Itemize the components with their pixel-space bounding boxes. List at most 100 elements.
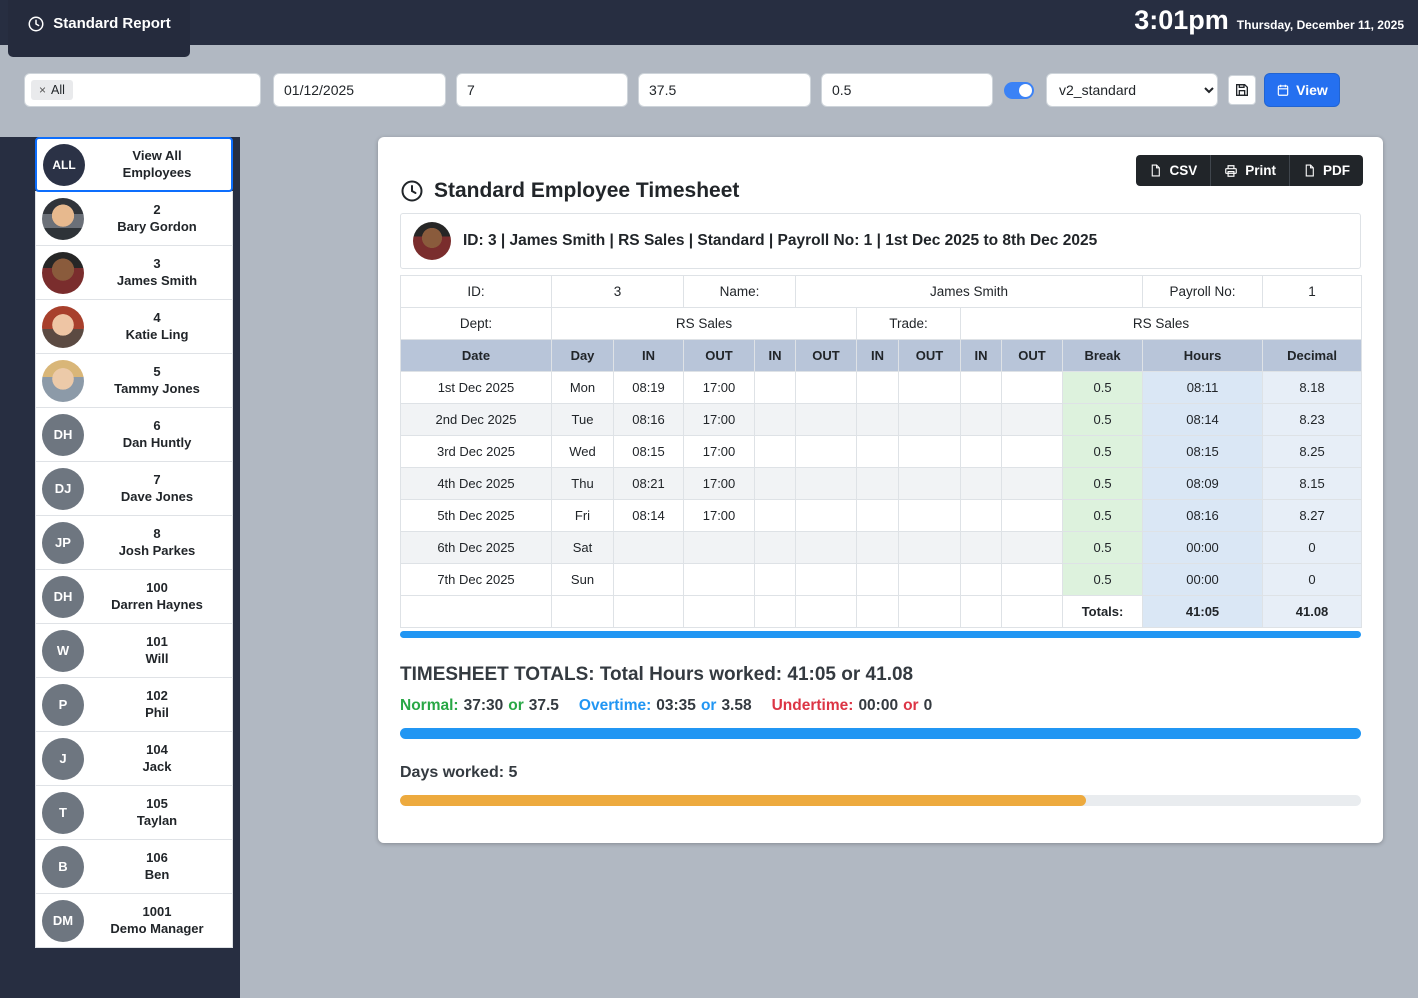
- avatar-photo: [42, 305, 84, 348]
- cell-hours: 00:00: [1142, 531, 1264, 564]
- sidebar-item-label: 104 Jack: [90, 742, 224, 776]
- sidebar-item-dan-huntly[interactable]: DH 6 Dan Huntly: [35, 407, 233, 462]
- sidebar-item-bary-gordon[interactable]: 2 Bary Gordon: [35, 191, 233, 246]
- totals-decimal: 41.08: [1262, 595, 1363, 628]
- sidebar-item-label: 105 Taylan: [90, 796, 224, 830]
- sidebar-item-label: 100 Darren Haynes: [90, 580, 224, 614]
- cell-in: [754, 467, 797, 500]
- break-hours-input[interactable]: [821, 73, 993, 107]
- csv-button[interactable]: CSV: [1136, 155, 1211, 186]
- sidebar-item-darren-haynes[interactable]: DH 100 Darren Haynes: [35, 569, 233, 624]
- cell-day: Tue: [551, 403, 614, 436]
- cell-in: [856, 435, 900, 468]
- save-button[interactable]: [1228, 75, 1256, 105]
- cell-out: [1001, 499, 1064, 532]
- employee-summary-text: ID: 3 | James Smith | RS Sales | Standar…: [463, 232, 1098, 249]
- sidebar-item-katie-ling[interactable]: 4 Katie Ling: [35, 299, 233, 354]
- item-line1: 106: [146, 849, 168, 865]
- num-days-input[interactable]: [456, 73, 628, 107]
- sidebar-item-label: 5 Tammy Jones: [90, 364, 224, 398]
- print-button[interactable]: Print: [1210, 155, 1289, 186]
- cell-out: [795, 403, 858, 436]
- sidebar-item-dave-jones[interactable]: DJ 7 Dave Jones: [35, 461, 233, 516]
- item-line2: Tammy Jones: [114, 380, 200, 396]
- toggle-switch[interactable]: [1004, 82, 1034, 99]
- cell-out: [795, 563, 858, 596]
- view-button-label: View: [1296, 82, 1328, 98]
- item-line1: 3: [153, 255, 161, 271]
- item-line2: Dave Jones: [120, 488, 194, 504]
- employee-filter-input[interactable]: × All: [24, 73, 261, 107]
- item-line1: 2: [153, 201, 161, 217]
- avatar-initials: DJ: [42, 467, 84, 510]
- cell-break: 0.5: [1062, 467, 1144, 500]
- item-line2: Josh Parkes: [118, 542, 196, 558]
- empty-cell: [551, 595, 614, 628]
- cell-in: 08:19: [612, 371, 685, 404]
- cell-in: [754, 403, 797, 436]
- totals-hours: 41:05: [1142, 595, 1264, 628]
- sidebar-item-phil[interactable]: P 102 Phil: [35, 677, 233, 732]
- avatar-initials: DH: [42, 575, 84, 618]
- pdf-button[interactable]: PDF: [1289, 155, 1363, 186]
- employee-summary-bar: ID: 3 | James Smith | RS Sales | Standar…: [400, 213, 1361, 269]
- table-header-row: Date Day IN OUT IN OUT IN OUT IN OUT Bre…: [400, 339, 1363, 372]
- undertime-decimal: 0: [923, 697, 933, 714]
- sidebar-item-label: 3 James Smith: [90, 256, 224, 290]
- view-button[interactable]: View: [1264, 73, 1340, 107]
- totals-label: Totals:: [1062, 595, 1144, 628]
- sidebar-item-label: 102 Phil: [90, 688, 224, 722]
- days-worked-line: Days worked: 5: [400, 764, 1361, 782]
- cell-out: [795, 435, 858, 468]
- toggle-knob: [1019, 84, 1032, 97]
- sidebar-item-label: 1001 Demo Manager: [90, 904, 224, 938]
- cell-date: 2nd Dec 2025: [400, 403, 552, 436]
- sidebar-item-ben[interactable]: B 106 Ben: [35, 839, 233, 894]
- trade-label: Trade:: [856, 307, 962, 340]
- sidebar-item-demo-manager[interactable]: DM 1001 Demo Manager: [35, 893, 233, 948]
- cell-out: [1001, 371, 1064, 404]
- export-button-group: CSV Print PDF: [1136, 155, 1363, 186]
- avatar-initials: P: [42, 683, 84, 726]
- payroll-value: 1: [1262, 275, 1363, 308]
- sidebar-item-josh-parkes[interactable]: JP 8 Josh Parkes: [35, 515, 233, 570]
- weekly-hours-input[interactable]: [638, 73, 811, 107]
- cell-out: [1001, 531, 1064, 564]
- cell-out: [1001, 403, 1064, 436]
- cell-day: Sat: [551, 531, 614, 564]
- normal-time: 37:30: [463, 697, 504, 714]
- cell-in: [856, 371, 900, 404]
- cell-in: [754, 435, 797, 468]
- remove-tag-icon[interactable]: ×: [39, 83, 46, 97]
- sidebar-item-will[interactable]: W 101 Will: [35, 623, 233, 678]
- sidebar-item-james-smith[interactable]: 3 James Smith: [35, 245, 233, 300]
- save-icon: [1234, 82, 1250, 98]
- item-line2: Employees: [122, 164, 192, 180]
- report-card: CSV Print PDF Standard Employee Timeshee…: [378, 137, 1383, 843]
- tab-standard-report[interactable]: Standard Report: [8, 0, 190, 57]
- avatar-initials: DM: [42, 899, 84, 942]
- sidebar-item-view-all[interactable]: ALL View All Employees: [35, 137, 233, 192]
- sidebar-item-tammy-jones[interactable]: 5 Tammy Jones: [35, 353, 233, 408]
- sidebar-item-label: 7 Dave Jones: [90, 472, 224, 506]
- sidebar-item-jack[interactable]: J 104 Jack: [35, 731, 233, 786]
- id-label: ID:: [400, 275, 552, 308]
- cell-out: [1001, 563, 1064, 596]
- clock-icon: [27, 15, 45, 33]
- cell-in: [754, 563, 797, 596]
- totals-row: Totals: 41:05 41.08: [400, 595, 1363, 628]
- cell-hours: 00:00: [1142, 563, 1264, 596]
- cell-out: [898, 467, 962, 500]
- col-header-decimal: Decimal: [1262, 339, 1363, 372]
- sidebar-item-label: 106 Ben: [90, 850, 224, 884]
- overtime-label: Overtime:: [578, 697, 652, 714]
- file-icon: [1303, 164, 1316, 177]
- cell-out: [898, 499, 962, 532]
- start-date-input[interactable]: [273, 73, 446, 107]
- table-horizontal-scrollbar[interactable]: [400, 631, 1361, 638]
- cell-date: 4th Dec 2025: [400, 467, 552, 500]
- sidebar-item-taylan[interactable]: T 105 Taylan: [35, 785, 233, 840]
- avatar-initials: JP: [42, 521, 84, 564]
- template-select[interactable]: v2_standard: [1046, 73, 1218, 107]
- trade-value: RS Sales: [960, 307, 1363, 340]
